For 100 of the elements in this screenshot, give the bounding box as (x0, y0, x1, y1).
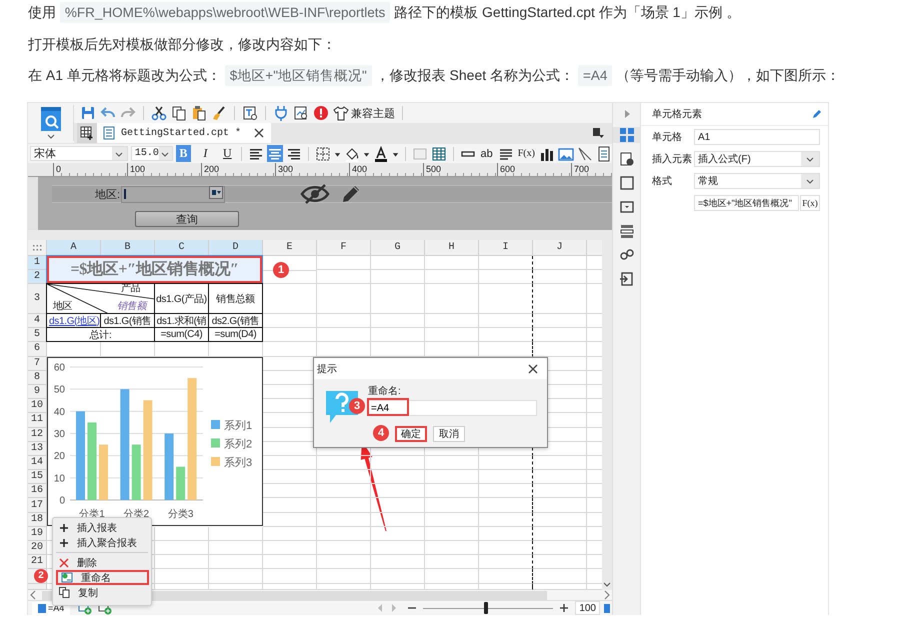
zoom-slider-thumb[interactable] (484, 602, 488, 614)
grid-cell[interactable] (479, 284, 533, 314)
grid-cell[interactable] (479, 541, 533, 556)
column-header[interactable]: A (47, 240, 101, 256)
row-header[interactable]: 17 (28, 498, 47, 513)
row-header[interactable]: 4 (28, 314, 47, 328)
underline-button[interactable]: U (220, 145, 235, 162)
grid-cell[interactable] (479, 256, 533, 270)
font-select[interactable]: 宋体 (30, 146, 128, 161)
edit-button[interactable] (812, 109, 822, 119)
select-all-corner[interactable] (28, 240, 47, 256)
menu-item[interactable]: 插入聚合报表 (56, 535, 149, 550)
eye-slash-icon[interactable] (300, 183, 330, 205)
pencil-icon[interactable] (340, 183, 362, 205)
image-button[interactable] (558, 146, 574, 162)
cancel-button[interactable]: 取消 (433, 426, 465, 442)
scroll-right-icon[interactable] (602, 590, 612, 600)
grid-cell[interactable] (479, 270, 533, 284)
table-cell[interactable]: =sum(D4) (208, 327, 263, 342)
caret-icon[interactable] (362, 150, 370, 156)
fill-color-button[interactable] (344, 146, 360, 162)
row-header[interactable]: 12 (28, 428, 47, 442)
formula-button[interactable]: F(x) (800, 195, 820, 211)
menu-item[interactable]: 重命名 (56, 570, 149, 585)
font-color-button[interactable] (372, 146, 389, 162)
formula-cell[interactable]: =$地区+″地区销售概况″ (46, 255, 263, 284)
caret-icon[interactable] (46, 133, 54, 139)
row-header[interactable]: 8 (28, 370, 47, 385)
table-button[interactable] (430, 146, 447, 162)
template-search-button[interactable] (242, 105, 258, 121)
italic-button[interactable]: I (198, 145, 213, 162)
caret-icon[interactable] (334, 150, 341, 156)
border-button[interactable] (314, 146, 331, 162)
close-tab-button[interactable] (253, 127, 265, 139)
grid-cell[interactable] (479, 456, 533, 470)
column-header[interactable]: H (425, 240, 479, 256)
plus-icon[interactable] (559, 603, 570, 613)
caret-icon[interactable] (392, 150, 399, 156)
column-header[interactable]: D (209, 240, 263, 256)
column-header[interactable]: J (533, 240, 587, 256)
select-field[interactable]: 常规 (694, 173, 820, 189)
format-painter-button[interactable] (211, 105, 227, 121)
dropdown-icon[interactable] (209, 186, 223, 199)
previous-icon[interactable] (377, 604, 384, 612)
row-header[interactable]: 15 (28, 470, 47, 484)
column-header[interactable]: B (101, 240, 155, 256)
text-button[interactable]: ab (478, 145, 495, 162)
plug-button[interactable] (273, 105, 289, 121)
menu-item[interactable]: 删除 (56, 555, 149, 570)
confirm-button[interactable]: 确定 (395, 426, 427, 442)
collapse-button[interactable] (622, 109, 630, 119)
alert-button[interactable] (313, 105, 329, 121)
next-icon[interactable] (391, 604, 398, 612)
grid-cell[interactable] (479, 314, 533, 328)
new-sheet-tab[interactable] (77, 123, 97, 143)
grid-cell[interactable] (479, 470, 533, 484)
slash-button[interactable] (577, 146, 594, 162)
percent-icon[interactable] (604, 604, 610, 612)
paste-button[interactable] (191, 105, 207, 121)
scroll-left-icon[interactable] (28, 590, 38, 600)
row-header[interactable]: 21 (28, 555, 47, 570)
row-header[interactable]: 13 (28, 442, 47, 456)
row-header[interactable]: 16 (28, 484, 47, 498)
row-header[interactable]: 2 (28, 569, 47, 584)
column-header[interactable]: F (317, 240, 371, 256)
copy-button[interactable] (171, 105, 187, 121)
grid-cell[interactable] (479, 484, 533, 498)
close-button[interactable] (527, 362, 539, 374)
table-cell[interactable]: 销售总额 (208, 283, 263, 314)
preview-button[interactable] (293, 105, 309, 121)
table-cell[interactable]: ds1.求和(销 (154, 313, 209, 328)
column-header[interactable]: E (263, 240, 317, 256)
formula-button[interactable]: F(x) (516, 145, 536, 162)
select-field[interactable]: 插入公式(F) (694, 151, 820, 167)
grid-cell[interactable]: 1 (263, 256, 317, 284)
column-header[interactable]: G (371, 240, 425, 256)
cell-field[interactable]: A1 (694, 129, 820, 145)
row-header[interactable]: 18 (28, 512, 47, 527)
dock-menu-button[interactable] (592, 127, 604, 139)
row-header[interactable]: 7 (28, 356, 47, 371)
row-header[interactable]: 11 (28, 413, 47, 428)
grid-cell[interactable] (479, 512, 533, 527)
file-tab[interactable]: GettingStarted.cpt * (97, 123, 271, 143)
table-cell[interactable]: ds1.G(地区) (46, 313, 101, 328)
vertical-scrollbar[interactable] (602, 240, 612, 590)
row-header[interactable]: 1 (28, 256, 47, 270)
zoom-field[interactable]: 100 (575, 601, 600, 615)
grid-cell[interactable] (479, 526, 533, 541)
grid-cell[interactable] (479, 328, 533, 342)
row-header[interactable]: 3 (28, 284, 47, 314)
query-button[interactable]: 查询 (135, 211, 239, 227)
table-cell[interactable]: =sum(C4) (154, 327, 209, 342)
grid-cell[interactable] (479, 498, 533, 513)
row-header[interactable]: 2 (28, 270, 47, 284)
form-button[interactable] (596, 146, 612, 162)
menu-item[interactable]: 插入报表 (56, 520, 149, 535)
row-header[interactable]: 19 (28, 526, 47, 541)
table-cell[interactable]: 总计: (46, 327, 155, 342)
row-header[interactable]: 6 (28, 342, 47, 357)
menu-item[interactable]: 复制 (56, 585, 149, 600)
